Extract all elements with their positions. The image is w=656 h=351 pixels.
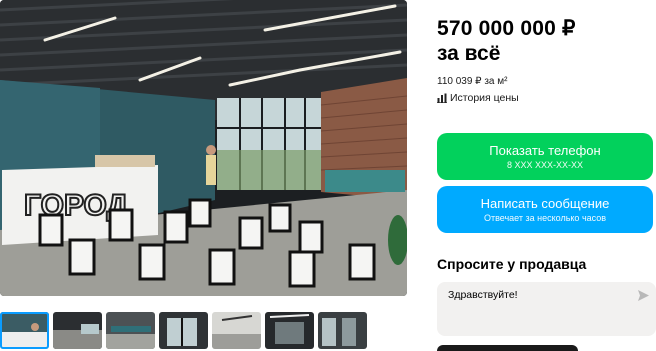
price-history-label: История цены (450, 92, 519, 104)
main-photo[interactable]: ГОРОД (0, 0, 407, 296)
write-message-button[interactable]: Написать сообщение Отвечает за несколько… (437, 186, 653, 233)
thumbnail-7[interactable] (318, 312, 367, 349)
price: 570 000 000 ₽ (437, 17, 576, 40)
ask-seller-input[interactable]: Здравствуйте! (437, 282, 656, 336)
thumbnail-5[interactable] (212, 312, 261, 349)
write-message-label: Написать сообщение (480, 196, 610, 211)
thumbnail-strip (0, 312, 407, 351)
phone-mask: 8 XXX XXX-XX-XX (506, 160, 584, 170)
dark-action-button[interactable] (437, 345, 578, 351)
price-per-m2: 110 039 ₽ за м² (437, 76, 508, 87)
thumbnail-4[interactable] (159, 312, 208, 349)
ask-seller-title: Спросите у продавца (437, 256, 587, 272)
send-arrow-icon[interactable] (637, 289, 650, 302)
price-note: за всё (437, 42, 501, 65)
ask-seller-text: Здравствуйте! (448, 289, 518, 301)
response-time-note: Отвечает за несколько часов (483, 213, 607, 223)
thumbnail-6[interactable] (265, 312, 314, 349)
thumbnail-2[interactable] (53, 312, 102, 349)
listing-page: ГОРОД 570 000 000 ₽ за всё 110 039 ₽ за … (0, 0, 656, 351)
price-history-link[interactable]: История цены (437, 92, 519, 104)
thumbnail-1[interactable] (0, 312, 49, 349)
show-phone-label: Показать телефон (489, 143, 601, 158)
bar-chart-icon (437, 93, 447, 103)
interior-photo: ГОРОД (0, 0, 407, 296)
show-phone-button[interactable]: Показать телефон 8 XXX XXX-XX-XX (437, 133, 653, 180)
thumbnail-3[interactable] (106, 312, 155, 349)
listing-sidebar: 570 000 000 ₽ за всё 110 039 ₽ за м² Ист… (437, 0, 656, 351)
